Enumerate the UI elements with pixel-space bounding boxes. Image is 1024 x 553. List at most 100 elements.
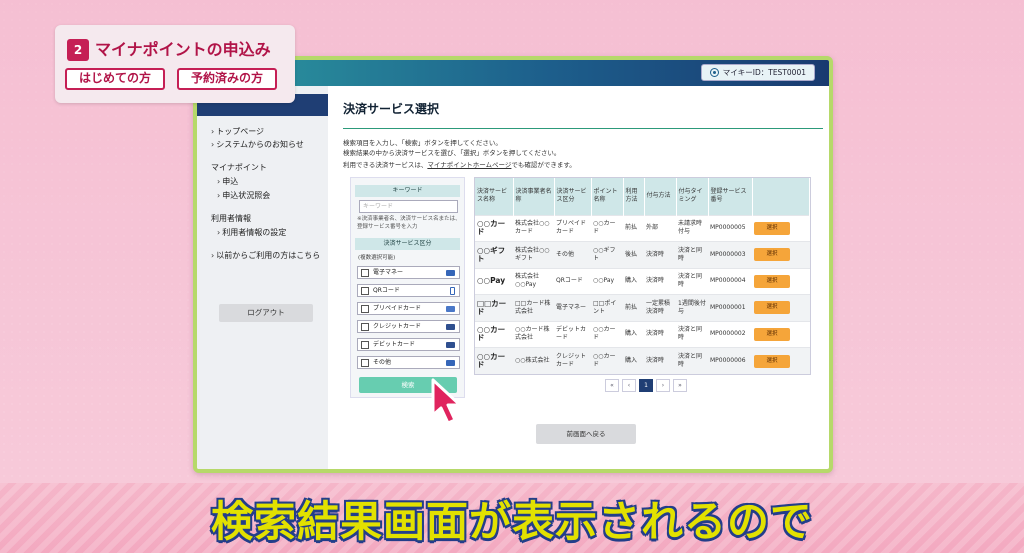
cell-company: 株式会社○○Pay xyxy=(513,267,554,295)
checkbox-other[interactable]: その他 xyxy=(357,356,460,369)
select-button[interactable]: 選択 xyxy=(754,354,790,368)
cell-action: 選択 xyxy=(752,214,810,242)
keyword-header: キーワード xyxy=(355,185,460,197)
step-number: 2 xyxy=(67,39,89,61)
intro-line-3: 利用できる決済サービスは、マイナポイントホームページでも確認ができます。 xyxy=(343,159,576,169)
sidebar-item-notices[interactable]: システムからのお知らせ xyxy=(211,139,304,150)
back-button[interactable]: 前画面へ戻る xyxy=(536,424,636,444)
select-button[interactable]: 選択 xyxy=(754,221,790,235)
column-header: 利用方法 xyxy=(623,178,645,215)
intro-suffix: でも確認ができます。 xyxy=(511,161,576,169)
checkbox[interactable] xyxy=(361,305,369,313)
cell-service: ○○ギフト xyxy=(475,241,513,268)
checkbox-qr-code[interactable]: QRコード xyxy=(357,284,460,297)
cell-point: ○○カード xyxy=(591,214,623,242)
cell-service-number: MP0000006 xyxy=(708,347,752,374)
sidebar-item-status[interactable]: 申込状況照会 xyxy=(217,190,270,201)
cell-point: ○○ギフト xyxy=(591,241,623,268)
pagination: « ‹ 1 › » xyxy=(605,379,687,392)
cell-point: ○○Pay xyxy=(591,267,623,295)
cell-usage: 前払 xyxy=(623,294,644,321)
mynapoint-homepage-link[interactable]: マイナポイントホームページ xyxy=(427,161,511,169)
cell-company: □□カード株式会社 xyxy=(513,294,554,321)
column-header: ポイント名称 xyxy=(591,178,624,215)
sidebar-item-previous-users[interactable]: 以前からご利用の方はこちら xyxy=(211,250,320,261)
keyword-input[interactable]: キーワード xyxy=(359,200,458,213)
select-button[interactable]: 選択 xyxy=(754,248,790,262)
cell-company: 株式会社○○カード xyxy=(513,214,554,242)
cell-action: 選択 xyxy=(752,347,810,374)
select-button[interactable]: 選択 xyxy=(754,301,790,315)
last-page-button[interactable]: » xyxy=(673,379,687,392)
browser-window: マイキーID：TEST0001 トップページ システムからのお知らせ マイナポイ… xyxy=(193,56,833,473)
keyword-note: ※決済事業者名、決済サービス名または、登録サービス番号を入力 xyxy=(357,216,461,230)
sidebar-section-user: 利用者情報 xyxy=(211,214,251,223)
checkbox[interactable] xyxy=(361,323,369,331)
page-title: 決済サービス選択 xyxy=(343,102,440,116)
logout-button[interactable]: ログアウト xyxy=(219,304,313,322)
checkbox-electronic-money[interactable]: 電子マネー xyxy=(357,266,460,279)
column-header: 登録サービス番号 xyxy=(708,178,753,215)
credit-card-icon xyxy=(446,324,455,330)
sidebar: トップページ システムからのお知らせ マイナポイント 申込 申込状況照会 利用者… xyxy=(197,86,328,469)
select-button[interactable]: 選択 xyxy=(754,327,790,341)
cell-point: ○○カード xyxy=(591,320,623,348)
page-1-button[interactable]: 1 xyxy=(639,379,653,392)
checkbox[interactable] xyxy=(361,269,369,277)
column-header: 決済事業者名称 xyxy=(513,178,555,215)
table-row: ○○カード ○○カード株式会社 デビットカード ○○カード 購入 決済時 決済と… xyxy=(475,320,810,348)
checkbox[interactable] xyxy=(361,287,369,295)
results-table: 決済サービス名称 決済事業者名称 決済サービス区分 ポイント名称 利用方法 付与… xyxy=(474,177,811,375)
cell-action: 選択 xyxy=(752,320,810,348)
checkbox[interactable] xyxy=(361,359,369,367)
column-header xyxy=(752,178,810,215)
table-row: ○○ギフト 株式会社○○ギフト その他 ○○ギフト 後払 決済時 決済と同時 M… xyxy=(475,241,810,268)
cell-usage: 購入 xyxy=(623,267,644,295)
user-id-badge: マイキーID：TEST0001 xyxy=(700,64,815,81)
checkbox-label: デビットカード xyxy=(373,341,416,348)
checkbox-label: QRコード xyxy=(373,287,400,294)
first-page-button[interactable]: « xyxy=(605,379,619,392)
checkbox-label: その他 xyxy=(373,359,392,366)
cell-grant-method: 一定累積決済時 xyxy=(644,294,676,321)
subtitle-caption: 検索結果画面が表示されるので xyxy=(210,496,814,548)
column-header: 付与タイミング xyxy=(676,178,709,215)
cell-point: □□ポイント xyxy=(591,294,623,321)
cell-usage: 購入 xyxy=(623,320,644,348)
first-time-tag: はじめての方 xyxy=(65,68,166,90)
sidebar-item-apply[interactable]: 申込 xyxy=(217,176,238,187)
cell-action: 選択 xyxy=(752,294,810,321)
select-button[interactable]: 選択 xyxy=(754,274,790,288)
search-panel: キーワード キーワード ※決済事業者名、決済サービス名または、登録サービス番号を… xyxy=(350,177,465,398)
checkbox-credit-card[interactable]: クレジットカード xyxy=(357,320,460,333)
step-overlay: 2 マイナポイントの申込み はじめての方 予約済みの方 xyxy=(55,25,295,103)
step-title: マイナポイントの申込み xyxy=(95,40,271,59)
next-page-button[interactable]: › xyxy=(656,379,670,392)
cell-grant-method: 決済時 xyxy=(644,241,676,268)
prev-page-button[interactable]: ‹ xyxy=(622,379,636,392)
cell-grant-timing: 決済と同時 xyxy=(676,347,708,374)
cell-grant-timing: 決済と同時 xyxy=(676,267,708,295)
checkbox-debit-card[interactable]: デビットカード xyxy=(357,338,460,351)
cell-usage: 購入 xyxy=(623,347,644,374)
cell-grant-method: 決済時 xyxy=(644,267,676,295)
emoney-icon xyxy=(446,270,455,276)
checkbox-label: プリペイドカード xyxy=(373,305,422,312)
cell-point: ○○カード xyxy=(591,347,623,374)
checkbox-label: クレジットカード xyxy=(373,323,422,330)
intro-prefix: 利用できる決済サービスは、 xyxy=(343,161,428,169)
cell-grant-timing: 決済と同時 xyxy=(676,241,708,268)
cell-service-number: MP0000004 xyxy=(708,267,752,295)
checkbox-label: 電子マネー xyxy=(373,269,404,276)
title-divider xyxy=(343,128,823,129)
smartphone-icon xyxy=(450,287,455,295)
column-header: 決済サービス名称 xyxy=(475,178,514,215)
prepaid-card-icon xyxy=(446,306,455,312)
cell-grant-method: 決済時 xyxy=(644,347,676,374)
checkbox[interactable] xyxy=(361,341,369,349)
sidebar-item-top[interactable]: トップページ xyxy=(211,126,264,137)
checkbox-prepaid-card[interactable]: プリペイドカード xyxy=(357,302,460,315)
sidebar-item-user-settings[interactable]: 利用者情報の設定 xyxy=(217,227,286,238)
cell-type: プリペイドカード xyxy=(554,214,591,242)
cell-grant-method: 決済時 xyxy=(644,320,676,348)
